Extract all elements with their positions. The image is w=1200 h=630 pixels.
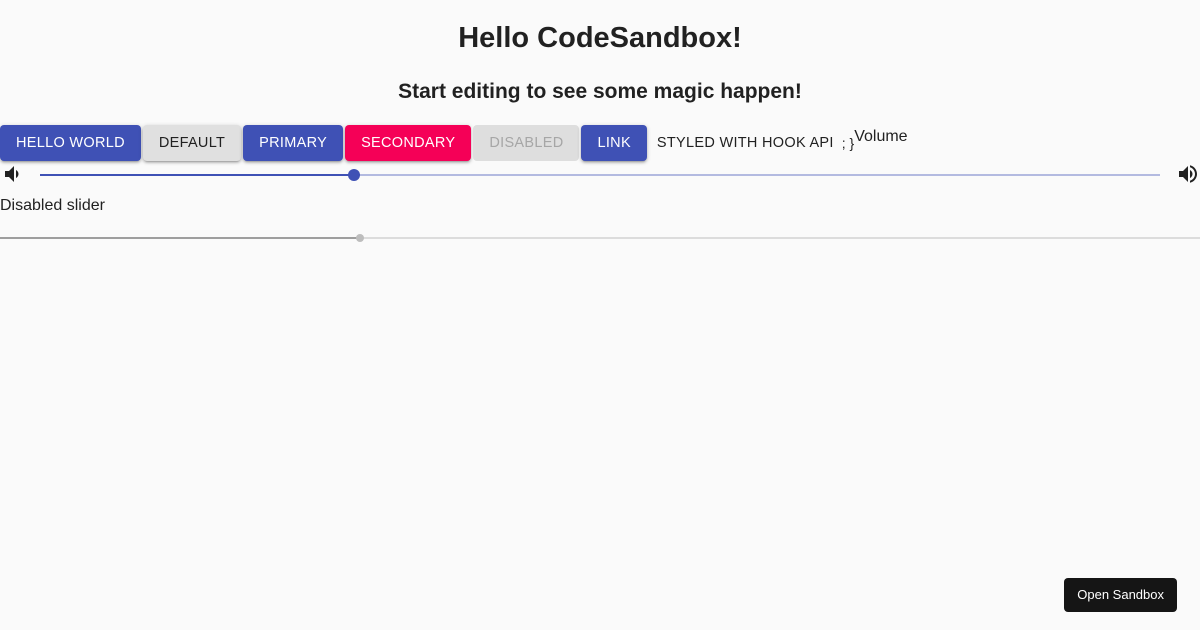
volume-slider-thumb[interactable] (347, 169, 360, 181)
page-subtitle: Start editing to see some magic happen! (398, 80, 802, 103)
volume-down-icon (0, 162, 24, 186)
disabled-slider-label: Disabled slider (0, 197, 105, 214)
volume-slider-track (40, 174, 354, 176)
disabled-slider-track (0, 237, 360, 239)
disabled-slider-thumb (356, 234, 364, 242)
volume-label: Volume (854, 128, 908, 145)
button-row: Hello World Default Primary Secondary Di… (0, 125, 908, 161)
disabled-button: Disabled (473, 125, 580, 161)
disabled-slider (0, 232, 1200, 244)
link-button[interactable]: Link (581, 125, 647, 161)
volume-slider[interactable] (40, 169, 1160, 181)
volume-up-icon[interactable] (1176, 162, 1200, 186)
stray-code-text: ; } (841, 135, 855, 151)
styled-hook-button[interactable]: Styled with Hook API (649, 125, 842, 161)
open-sandbox-button[interactable]: Open Sandbox (1064, 578, 1177, 612)
hello-world-button[interactable]: Hello World (0, 125, 141, 161)
default-button[interactable]: Default (142, 125, 242, 161)
secondary-button[interactable]: Secondary (345, 125, 472, 161)
primary-button[interactable]: Primary (243, 125, 344, 161)
page-title: Hello CodeSandbox! (458, 22, 742, 54)
